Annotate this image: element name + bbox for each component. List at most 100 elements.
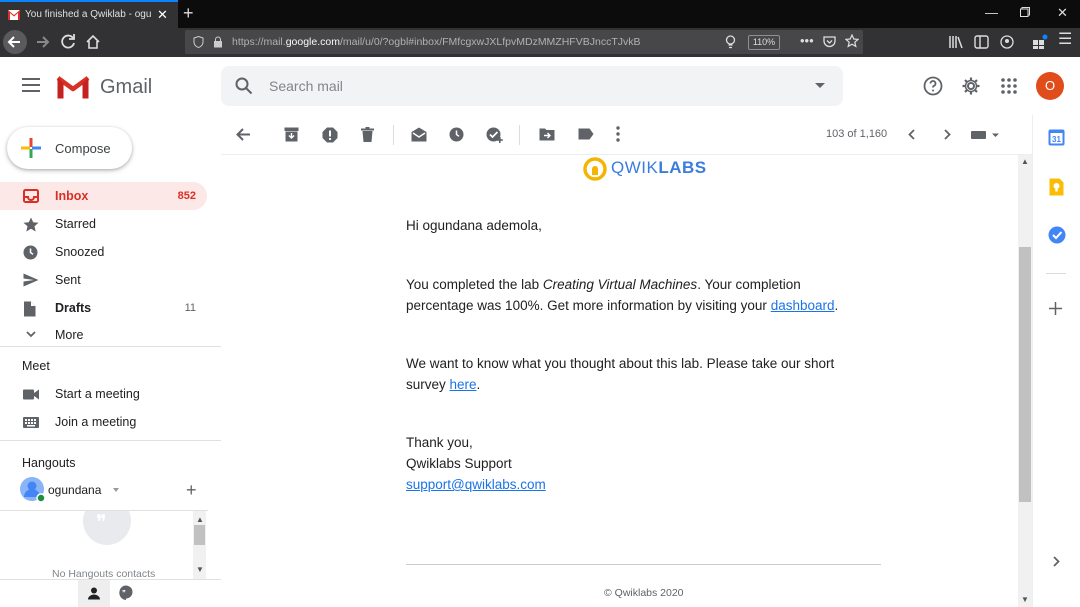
support-email[interactable]: support@qwiklabs.com [406,477,546,492]
extensions-icon[interactable] [1032,34,1048,50]
sidebar-item-sent[interactable]: Sent [0,266,207,294]
older-chevron-right-icon[interactable] [944,129,951,140]
hamburger-menu-icon[interactable]: ☰ [1058,32,1072,48]
input-tools-keyboard-icon[interactable] [971,130,1001,140]
url-text[interactable]: https://mail.google.com/mail/u/0/?ogbl#i… [232,36,640,48]
side-panel: 31 [1032,115,1080,607]
expand-panel-chevron-icon[interactable] [1053,556,1060,567]
more-actions-icon[interactable] [616,126,620,142]
account-icon[interactable] [1000,35,1014,49]
add-contact-icon[interactable]: + [186,480,197,501]
window-close-icon[interactable]: ✕ [1057,5,1068,21]
keep-notes-icon[interactable] [1049,178,1064,196]
zoom-level[interactable]: 110% [748,35,780,50]
join-meeting-item[interactable]: Join a meeting [0,408,207,436]
gmail-wordmark[interactable]: Gmail [100,76,152,99]
newer-chevron-left-icon[interactable] [908,129,915,140]
status-dropdown-icon[interactable] [113,488,119,492]
search-input[interactable] [269,78,769,94]
gmail-logo-icon[interactable] [56,74,90,100]
minimize-icon[interactable]: — [985,5,998,20]
scroll-thumb[interactable] [1019,247,1031,502]
calendar-icon[interactable]: 31 [1048,129,1065,146]
sidebar-item-more[interactable]: More [0,321,207,349]
mark-unread-icon[interactable] [411,127,427,142]
report-spam-icon[interactable] [322,127,338,143]
maximize-icon[interactable] [1020,7,1030,17]
browser-tab[interactable]: You finished a Qwiklab - ogundana ✕ [0,0,178,28]
sidebar-item-starred[interactable]: Starred [0,210,207,238]
compose-plus-icon [20,137,42,159]
lock-icon[interactable] [213,36,223,48]
hangouts-username[interactable]: ogundana [48,483,101,497]
survey-paragraph: We want to know what you thought about t… [406,354,866,395]
start-meeting-item[interactable]: Start a meeting [0,380,207,408]
forward-arrow-icon[interactable] [30,30,54,54]
compose-button[interactable]: Compose [7,127,132,169]
add-to-tasks-icon[interactable] [486,127,503,144]
lightbulb-icon[interactable] [725,35,736,49]
sidebar-item-inbox[interactable]: Inbox 852 [0,182,207,210]
get-addons-plus-icon[interactable] [1049,302,1062,315]
scroll-up-icon[interactable]: ▲ [196,515,204,524]
person-icon [88,587,100,600]
bookmark-star-icon[interactable] [845,34,859,48]
reload-icon[interactable] [56,30,80,54]
scroll-up-icon[interactable]: ▲ [1021,157,1029,166]
search-options-icon[interactable] [815,83,825,88]
divider [519,125,520,145]
library-icon[interactable] [948,35,964,49]
new-tab-icon[interactable]: + [183,3,194,24]
page-actions-icon[interactable]: ••• [800,33,814,48]
delete-trash-icon[interactable] [361,127,374,142]
tab-title: You finished a Qwiklab - ogundana [25,9,151,20]
completion-paragraph: You completed the lab Creating Virtual M… [406,275,866,316]
apps-grid-icon[interactable] [1001,78,1017,94]
survey-link[interactable]: here [450,377,477,392]
settings-gear-icon[interactable] [961,76,981,96]
conversations-tab-icon[interactable]: ❞ [119,585,133,600]
scroll-thumb[interactable] [194,525,205,545]
url-prefix: https://mail. [232,36,286,48]
support-email-link[interactable]: support@qwiklabs.com [406,475,866,496]
search-bar[interactable] [221,66,843,106]
home-icon[interactable] [81,30,105,54]
snooze-clock-icon[interactable] [449,127,464,142]
sidebar-item-drafts[interactable]: Drafts 11 [0,294,207,322]
help-icon[interactable] [923,76,943,96]
scroll-down-icon[interactable]: ▼ [196,565,204,574]
message-scrollbar[interactable]: ▲ ▼ [1018,155,1032,607]
divider [1046,273,1066,274]
pocket-icon[interactable] [823,35,836,48]
back-arrow-icon[interactable] [3,30,27,54]
signature-thanks: Thank you, [406,435,473,450]
hangouts-user-avatar[interactable] [20,477,46,503]
p1-text: You completed the lab [406,277,543,292]
dashboard-link[interactable]: dashboard [771,298,835,313]
contacts-scrollbar[interactable]: ▲ ▼ [193,511,206,579]
scroll-down-icon[interactable]: ▼ [1021,595,1029,604]
star-icon [23,217,39,232]
archive-icon[interactable] [284,127,299,142]
move-to-folder-icon[interactable] [539,127,555,141]
url-bar[interactable]: https://mail.google.com/mail/u/0/?ogbl#i… [185,30,863,54]
send-icon [23,273,39,287]
qwiklabs-logo-icon [583,157,607,181]
shield-icon[interactable] [193,36,204,48]
sidebar-item-label: Inbox [55,189,89,203]
message-toolbar: 103 of 1,160 [221,115,1032,155]
main-menu-icon[interactable] [22,78,40,92]
tasks-icon[interactable] [1048,226,1066,244]
p2-end: . [476,376,481,392]
p1-end: . [834,297,839,313]
account-avatar[interactable]: O [1036,72,1064,100]
label-tag-icon[interactable] [578,128,594,140]
back-to-inbox-icon[interactable] [236,127,251,142]
sidebar-item-label: Starred [55,217,96,231]
contacts-tab[interactable] [78,580,110,607]
tab-close-icon[interactable]: ✕ [157,8,168,22]
sidebar-toggle-icon[interactable] [974,35,989,49]
footer-divider [406,564,881,565]
search-icon[interactable] [235,77,253,95]
sidebar-item-snoozed[interactable]: Snoozed [0,238,207,266]
